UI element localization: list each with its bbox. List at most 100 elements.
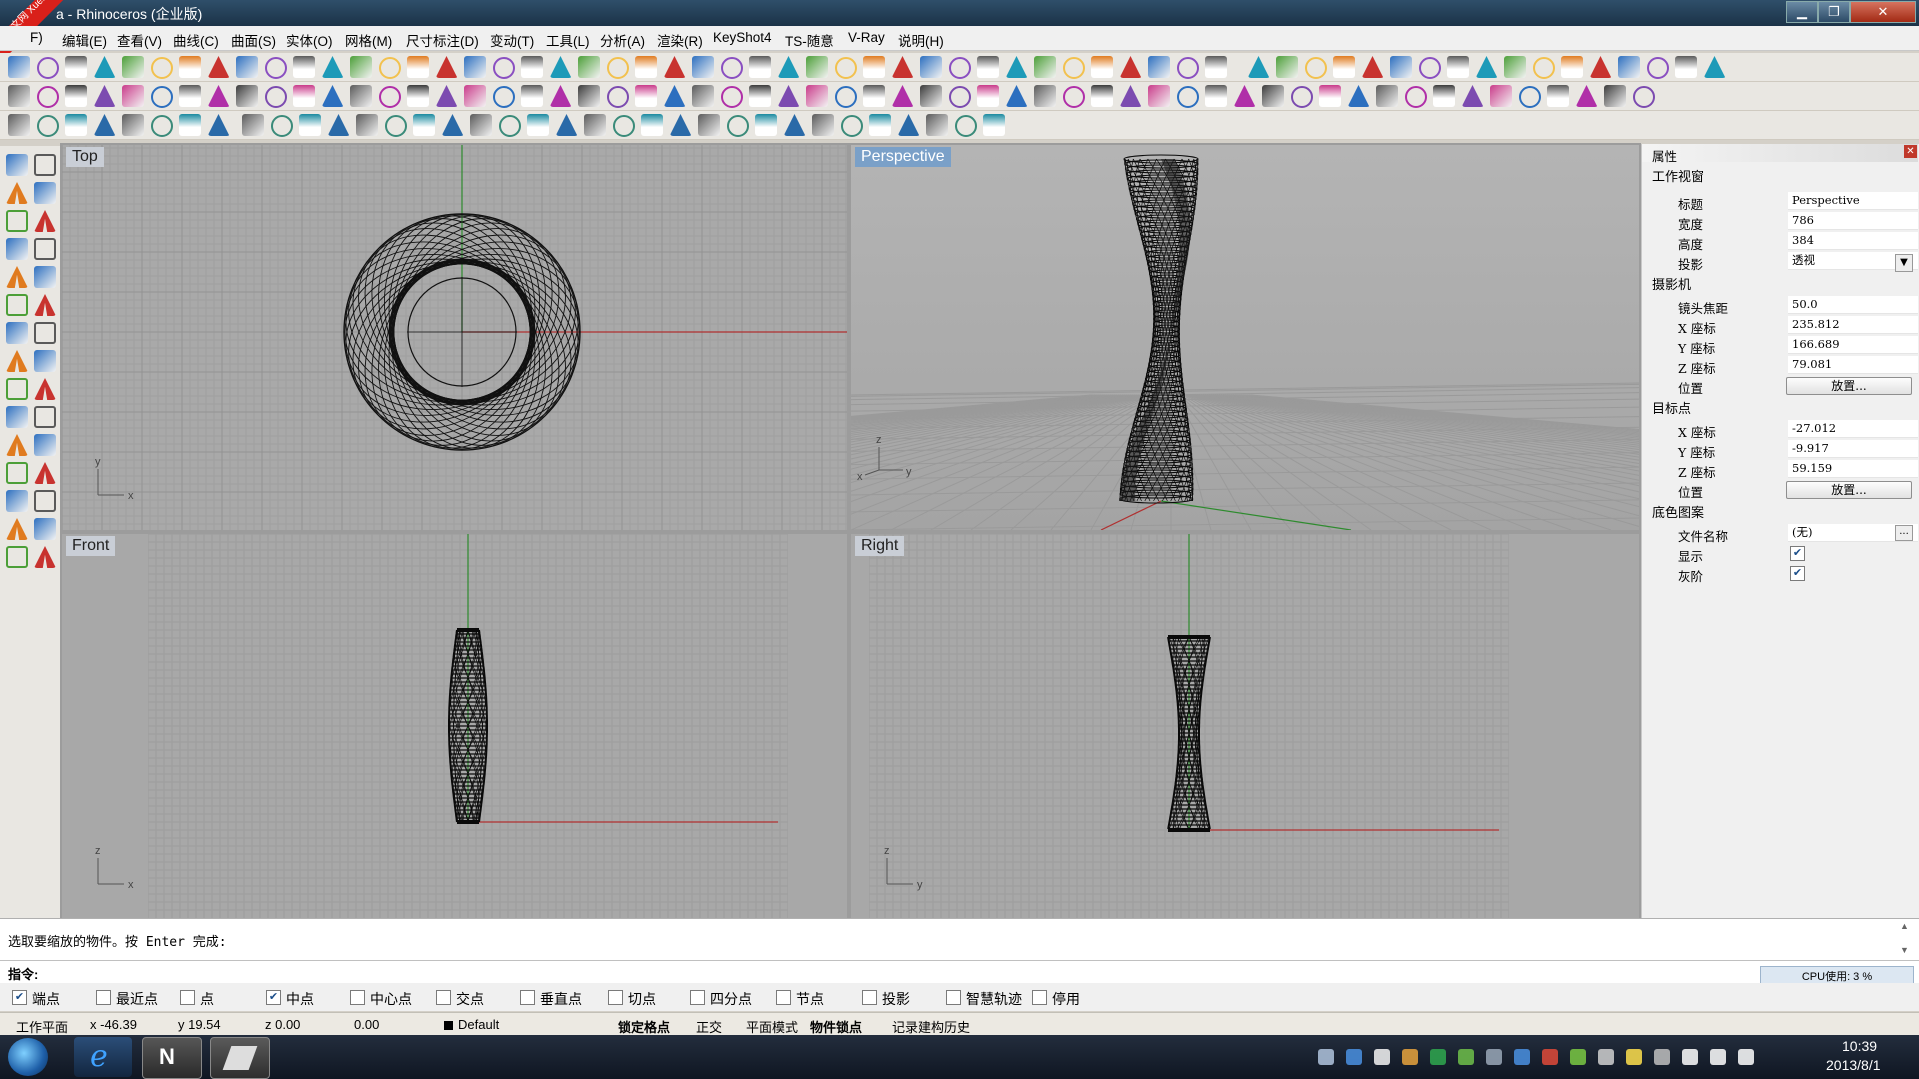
toolbar-2-tool-15-icon[interactable] — [435, 85, 458, 107]
menu-item-14[interactable]: V-Ray — [848, 30, 885, 45]
left-tool-18-icon[interactable] — [6, 406, 28, 428]
toolbar-2-tool-19-icon[interactable] — [549, 85, 572, 107]
toolbar-3-tool-31-icon[interactable] — [897, 114, 920, 136]
toolbar-1-tool-0-icon[interactable] — [8, 56, 30, 78]
menu-item-3[interactable]: 曲线(C) — [173, 30, 219, 50]
target-place-button[interactable]: 放置... — [1786, 481, 1912, 499]
toolbar-3-tool-29-icon[interactable] — [840, 115, 863, 137]
left-tool-13-icon[interactable] — [34, 322, 56, 344]
minimize-button[interactable]: ▁ — [1786, 1, 1818, 23]
tray-icon-15[interactable] — [1738, 1049, 1754, 1065]
toolbar-1-tool-56-icon[interactable] — [1618, 56, 1640, 78]
left-tool-17-icon[interactable] — [34, 378, 56, 400]
toolbar-3-tool-10-icon[interactable] — [299, 114, 321, 136]
toolbar-2-tool-29-icon[interactable] — [834, 86, 857, 108]
toolbar-2-tool-25-icon[interactable] — [720, 86, 743, 108]
toolbar-1-tool-10-icon[interactable] — [293, 56, 315, 78]
toolbar-1-tool-39-icon[interactable] — [1119, 56, 1142, 78]
toolbar-2-tool-54-icon[interactable] — [1547, 85, 1569, 107]
osnap-checkbox[interactable] — [436, 990, 451, 1005]
toolbar-1-tool-55-icon[interactable] — [1589, 56, 1612, 78]
left-tool-21-icon[interactable] — [34, 434, 56, 456]
toolbar-3-tool-16-icon[interactable] — [470, 114, 492, 136]
toolbar-1-tool-4-icon[interactable] — [122, 56, 144, 78]
toolbar-3-tool-12-icon[interactable] — [356, 114, 378, 136]
toolbar-1-tool-31-icon[interactable] — [891, 56, 914, 78]
toolbar-3-tool-26-icon[interactable] — [755, 114, 777, 136]
tray-icon-9[interactable] — [1570, 1049, 1586, 1065]
toolbar-1-tool-53-icon[interactable] — [1532, 57, 1555, 79]
close-button[interactable]: ✕ — [1850, 1, 1916, 23]
toolbar-2-tool-9-icon[interactable] — [264, 86, 287, 108]
toolbar-1-tool-57-icon[interactable] — [1646, 57, 1669, 79]
tray-icon-0[interactable] — [1318, 1049, 1334, 1065]
toolbar-3-tool-28-icon[interactable] — [812, 114, 834, 136]
menu-item-8[interactable]: 变动(T) — [490, 30, 534, 50]
status-grid-snap[interactable]: 锁定格点 — [618, 1017, 670, 1036]
toolbar-2-tool-11-icon[interactable] — [321, 85, 344, 107]
toolbar-1-tool-45-icon[interactable] — [1304, 57, 1327, 79]
toolbar-1-tool-13-icon[interactable] — [378, 57, 401, 79]
toolbar-1-tool-3-icon[interactable] — [93, 56, 116, 78]
tray-icon-1[interactable] — [1346, 1049, 1362, 1065]
toolbar-1-tool-51-icon[interactable] — [1475, 56, 1498, 78]
left-tool-0-icon[interactable] — [6, 154, 28, 176]
viewport-label-front[interactable]: Front — [66, 536, 116, 556]
toolbar-1-tool-20-icon[interactable] — [578, 56, 600, 78]
toolbar-2-tool-34-icon[interactable] — [977, 85, 999, 107]
toolbar-3-tool-14-icon[interactable] — [413, 114, 435, 136]
toolbar-2-tool-7-icon[interactable] — [207, 85, 230, 107]
toolbar-2-tool-22-icon[interactable] — [635, 85, 657, 107]
toolbar-2-tool-16-icon[interactable] — [464, 85, 486, 107]
camera-place-button[interactable]: 放置... — [1786, 377, 1912, 395]
toolbar-3-tool-6-icon[interactable] — [179, 114, 201, 136]
status-osnap[interactable]: 物件锁点 — [810, 1017, 862, 1036]
menu-item-1[interactable]: 编辑(E) — [62, 30, 107, 50]
prop-value[interactable]: 79.081 — [1788, 356, 1918, 374]
toolbar-1-tool-22-icon[interactable] — [635, 56, 657, 78]
left-tool-2-icon[interactable] — [6, 182, 28, 204]
toolbar-1-tool-35-icon[interactable] — [1005, 56, 1028, 78]
toolbar-2-tool-23-icon[interactable] — [663, 85, 686, 107]
prop-value[interactable]: Perspective — [1788, 192, 1918, 210]
left-tool-7-icon[interactable] — [34, 238, 56, 260]
toolbar-1-tool-5-icon[interactable] — [150, 57, 173, 79]
start-button[interactable] — [8, 1038, 48, 1076]
viewport-label-right[interactable]: Right — [855, 536, 905, 556]
toolbar-3-tool-8-icon[interactable] — [242, 114, 264, 136]
prop-value[interactable]: -27.012 — [1788, 420, 1918, 438]
left-tool-27-icon[interactable] — [34, 518, 56, 540]
status-layer[interactable]: Default — [458, 1017, 499, 1032]
toolbar-1-tool-34-icon[interactable] — [977, 56, 999, 78]
toolbar-3-tool-23-icon[interactable] — [669, 114, 692, 136]
toolbar-2-tool-1-icon[interactable] — [36, 86, 59, 108]
toolbar-1-tool-33-icon[interactable] — [948, 57, 971, 79]
toolbar-1-tool-17-icon[interactable] — [492, 57, 515, 79]
left-tool-4-icon[interactable] — [6, 210, 28, 232]
osnap-checkbox[interactable] — [350, 990, 365, 1005]
toolbar-1-tool-6-icon[interactable] — [179, 56, 201, 78]
toolbar-1-tool-16-icon[interactable] — [464, 56, 486, 78]
tray-icon-3[interactable] — [1402, 1049, 1418, 1065]
menu-item-12[interactable]: KeyShot4 — [713, 30, 772, 45]
toolbar-2-tool-52-icon[interactable] — [1490, 85, 1512, 107]
toolbar-2-tool-30-icon[interactable] — [863, 85, 885, 107]
toolbar-1-tool-54-icon[interactable] — [1561, 56, 1583, 78]
osnap-checkbox[interactable] — [608, 990, 623, 1005]
toolbar-2-tool-37-icon[interactable] — [1062, 86, 1085, 108]
toolbar-2-tool-31-icon[interactable] — [891, 85, 914, 107]
left-tool-29-icon[interactable] — [34, 546, 56, 568]
toolbar-2-tool-3-icon[interactable] — [93, 85, 116, 107]
toolbar-1-tool-15-icon[interactable] — [435, 56, 458, 78]
command-line[interactable]: 指令: CPU使用: 3 % — [0, 960, 1919, 988]
left-tool-25-icon[interactable] — [34, 490, 56, 512]
left-tool-3-icon[interactable] — [34, 182, 56, 204]
toolbar-2-tool-27-icon[interactable] — [777, 85, 800, 107]
app-taskbar-button[interactable] — [210, 1037, 270, 1079]
toolbar-2-tool-35-icon[interactable] — [1005, 85, 1028, 107]
prop-value[interactable]: 50.0 — [1788, 296, 1918, 314]
toolbar-2-tool-2-icon[interactable] — [65, 85, 87, 107]
menu-item-2[interactable]: 查看(V) — [117, 30, 162, 50]
left-tool-6-icon[interactable] — [6, 238, 28, 260]
toolbar-1-tool-21-icon[interactable] — [606, 57, 629, 79]
